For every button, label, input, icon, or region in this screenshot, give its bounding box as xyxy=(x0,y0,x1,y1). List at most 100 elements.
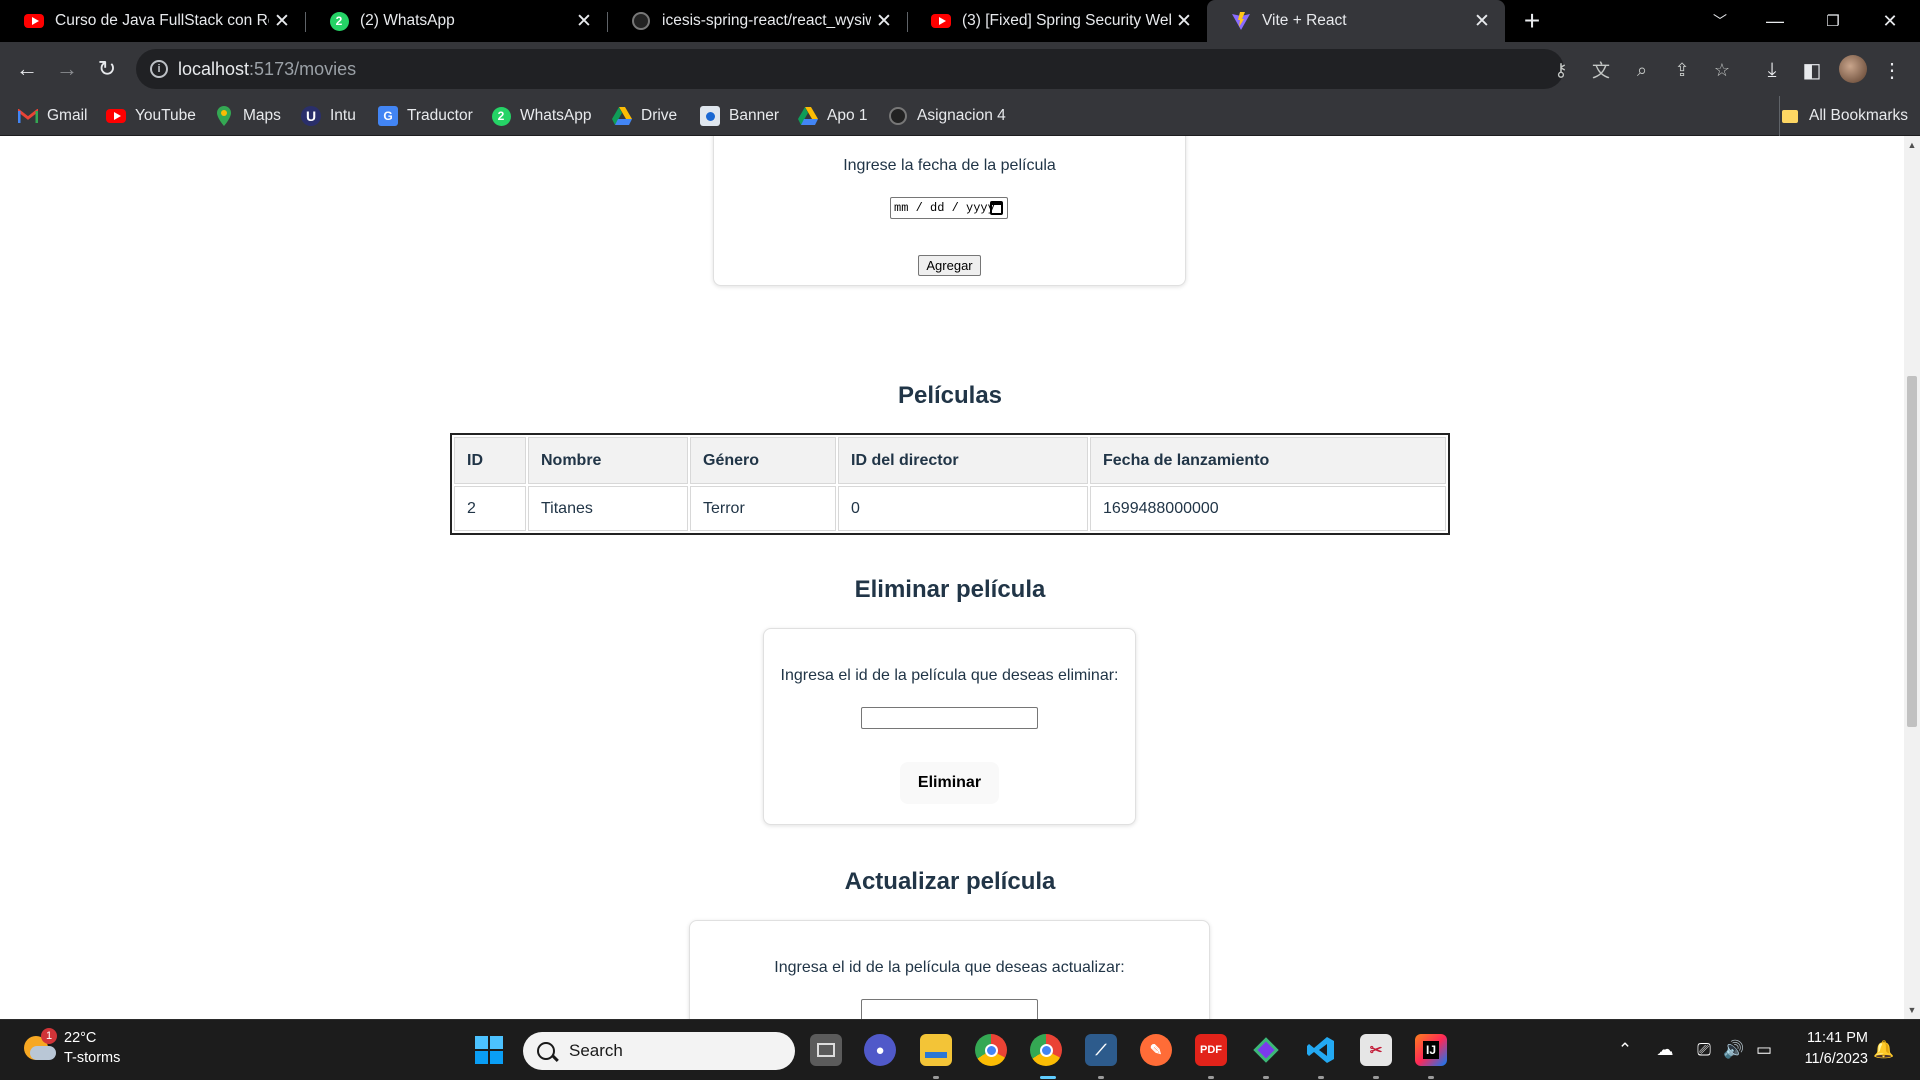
taskbar-search[interactable]: Search xyxy=(523,1032,795,1070)
task-view-icon[interactable] xyxy=(810,1034,842,1066)
zoom-icon[interactable]: ⌕ xyxy=(1631,59,1653,81)
scroll-up-icon[interactable]: ▲ xyxy=(1904,138,1920,152)
bookmark-apo1[interactable]: Apo 1 xyxy=(798,96,868,136)
add-button[interactable]: Agregar xyxy=(918,255,981,276)
close-tab-icon[interactable]: ✕ xyxy=(871,10,897,33)
whatsapp-icon: 2 xyxy=(329,11,349,31)
github-icon xyxy=(631,11,651,31)
reload-button[interactable]: ↻ xyxy=(87,42,127,96)
weather-widget[interactable]: 1 xyxy=(20,1028,57,1066)
share-icon[interactable]: ⇪ xyxy=(1671,59,1693,81)
tab-curso-java[interactable]: Curso de Java FullStack con Rea ✕ xyxy=(0,0,305,42)
pdf-icon[interactable]: PDF xyxy=(1195,1034,1227,1066)
bookmark-intu[interactable]: U Intu xyxy=(301,96,356,136)
page-viewport: Ingrese la fecha de la película mm / dd … xyxy=(0,136,1904,1019)
github-icon xyxy=(888,106,908,126)
tab-search-chevron-icon[interactable]: ﹀ xyxy=(1690,0,1750,42)
volume-icon[interactable]: 🔊 xyxy=(1722,1040,1746,1060)
restore-button[interactable]: ❐ xyxy=(1803,0,1863,42)
postman-icon[interactable]: ✎ xyxy=(1140,1034,1172,1066)
tab-spring-security[interactable]: (3) [Fixed] Spring Security WebS ✕ xyxy=(907,0,1207,42)
folder-icon xyxy=(1780,106,1800,126)
onedrive-icon[interactable]: ☁ xyxy=(1653,1040,1677,1060)
forward-button[interactable]: → xyxy=(47,42,87,96)
mysql-workbench-icon[interactable]: ⟋ xyxy=(1085,1034,1117,1066)
calendar-icon[interactable] xyxy=(990,201,1003,215)
vscode-icon[interactable] xyxy=(1305,1034,1337,1066)
bookmark-drive[interactable]: Drive xyxy=(612,96,677,136)
notification-bell-icon[interactable]: 🔔 xyxy=(1872,1040,1896,1060)
close-tab-icon[interactable]: ✕ xyxy=(1171,10,1197,33)
meet-icon[interactable]: ● xyxy=(864,1034,896,1066)
snipping-icon[interactable]: ✂ xyxy=(1360,1034,1392,1066)
intellij-icon[interactable]: IJ xyxy=(1415,1034,1447,1066)
network-icon[interactable]: ⎚ xyxy=(1692,1040,1716,1060)
translate-icon: G xyxy=(378,106,398,126)
minimize-button[interactable]: — xyxy=(1745,0,1805,42)
column-header: ID xyxy=(454,437,526,484)
chrome-profile-icon[interactable] xyxy=(1030,1034,1062,1066)
download-icon[interactable]: ⤓ xyxy=(1760,58,1784,82)
tab-github[interactable]: icesis-spring-react/react_wysiwy ✕ xyxy=(607,0,907,42)
youtube-icon xyxy=(106,106,126,126)
maps-icon xyxy=(214,106,234,126)
key-icon[interactable]: ⚷ xyxy=(1550,59,1572,81)
bookmark-whatsapp[interactable]: 2 WhatsApp xyxy=(491,96,592,136)
file-explorer-icon[interactable] xyxy=(920,1034,952,1066)
movies-title: Películas xyxy=(897,382,1003,409)
youtube-icon xyxy=(931,11,951,31)
site-info-icon[interactable]: i xyxy=(150,60,168,78)
scrollbar-thumb[interactable] xyxy=(1907,376,1917,727)
profile-avatar[interactable] xyxy=(1839,55,1867,83)
close-tab-icon[interactable]: ✕ xyxy=(269,10,295,33)
cell-fecha: 1699488000000 xyxy=(1090,486,1446,531)
address-bar[interactable]: i localhost:5173/movies ⚷ 文 ⌕ ⇪ ☆ xyxy=(136,49,1730,89)
git-icon[interactable] xyxy=(1250,1034,1282,1066)
bookmark-traductor[interactable]: G Traductor xyxy=(378,96,473,136)
bookmarks-bar: Gmail YouTube Maps U Intu G Traductor 2 … xyxy=(0,96,1920,136)
clock-time[interactable]: 11:41 PM xyxy=(1772,1030,1868,1046)
bookmark-star-icon[interactable]: ☆ xyxy=(1711,59,1733,81)
close-tab-icon[interactable]: ✕ xyxy=(1469,10,1495,33)
page-scrollbar[interactable]: ▲ ▼ xyxy=(1904,136,1920,1019)
scroll-down-icon[interactable]: ▼ xyxy=(1904,1003,1920,1017)
tab-title: (2) WhatsApp xyxy=(360,12,455,29)
whatsapp-icon: 2 xyxy=(491,106,511,126)
date-label: Ingrese la fecha de la película xyxy=(843,157,1056,174)
chrome-icon[interactable] xyxy=(975,1034,1007,1066)
cell-director-id: 0 xyxy=(838,486,1088,531)
search-icon xyxy=(537,1042,555,1060)
close-tab-icon[interactable]: ✕ xyxy=(571,10,597,33)
tab-title: icesis-spring-react/react_wysiwy xyxy=(662,12,871,29)
table-row: 2 Titanes Terror 0 1699488000000 xyxy=(454,486,1446,531)
menu-dots-icon[interactable]: ⋮ xyxy=(1880,58,1904,82)
url-text[interactable]: localhost:5173/movies xyxy=(178,59,356,80)
intu-icon: U xyxy=(301,106,321,126)
start-icon[interactable] xyxy=(473,1034,505,1066)
tray-chevron-up-icon[interactable]: ⌃ xyxy=(1613,1040,1637,1060)
bookmark-banner[interactable]: Banner xyxy=(700,96,779,136)
tab-vite-react[interactable]: Vite + React ✕ xyxy=(1207,0,1505,42)
all-bookmarks-button[interactable]: All Bookmarks xyxy=(1779,96,1908,136)
delete-button[interactable]: Eliminar xyxy=(900,762,999,804)
window-close-button[interactable]: ✕ xyxy=(1860,0,1920,42)
bookmark-asignacion4[interactable]: Asignacion 4 xyxy=(888,96,1006,136)
update-id-input[interactable] xyxy=(861,999,1038,1019)
translate-icon[interactable]: 文 xyxy=(1590,59,1612,81)
delete-id-input[interactable] xyxy=(861,707,1038,729)
update-title: Actualizar película xyxy=(844,868,1056,895)
new-tab-button[interactable]: + xyxy=(1502,0,1562,42)
bookmark-youtube[interactable]: YouTube xyxy=(106,96,196,136)
banner-icon xyxy=(700,106,720,126)
release-date-input[interactable]: mm / dd / yyyy xyxy=(890,197,1008,219)
weather-condition: T-storms xyxy=(64,1050,121,1066)
back-button[interactable]: ← xyxy=(7,42,47,96)
side-panel-icon[interactable]: ◧ xyxy=(1800,58,1824,82)
cloud-icon xyxy=(30,1046,56,1060)
bookmark-gmail[interactable]: Gmail xyxy=(18,96,87,136)
clock-date[interactable]: 11/6/2023 xyxy=(1772,1051,1868,1067)
drive-icon xyxy=(798,106,818,126)
cell-genero: Terror xyxy=(690,486,836,531)
bookmark-maps[interactable]: Maps xyxy=(214,96,281,136)
tab-whatsapp[interactable]: 2 (2) WhatsApp ✕ xyxy=(305,0,607,42)
